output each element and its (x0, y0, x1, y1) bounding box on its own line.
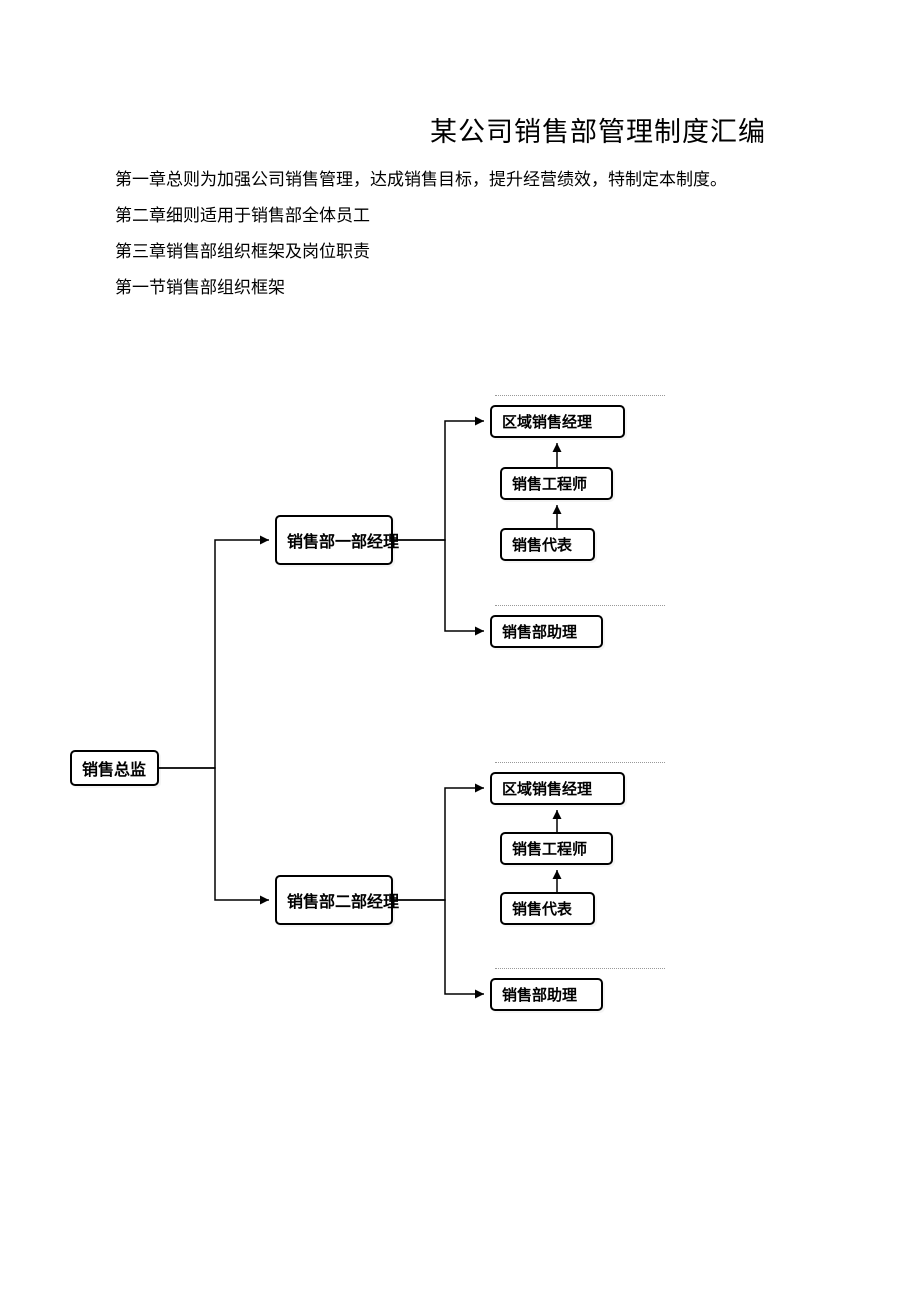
dotted-line (495, 395, 665, 396)
para-ch1: 第一章总则为加强公司销售管理，达成销售目标，提升经营绩效，特制定本制度。 (115, 162, 727, 198)
para-ch3: 第三章销售部组织框架及岗位职责 (115, 234, 727, 270)
doc-title: 某公司销售部管理制度汇编 (430, 110, 766, 149)
org-edges (70, 400, 710, 1080)
org-chart: 销售总监 销售部一部经理 销售部二部经理 区域销售经理 销售工程师 销售代表 销… (70, 400, 710, 1080)
para-ch2: 第二章细则适用于销售部全体员工 (115, 198, 727, 234)
para-sec1: 第一节销售部组织框架 (115, 270, 727, 306)
doc-paragraphs: 第一章总则为加强公司销售管理，达成销售目标，提升经营绩效，特制定本制度。 第二章… (115, 162, 727, 306)
